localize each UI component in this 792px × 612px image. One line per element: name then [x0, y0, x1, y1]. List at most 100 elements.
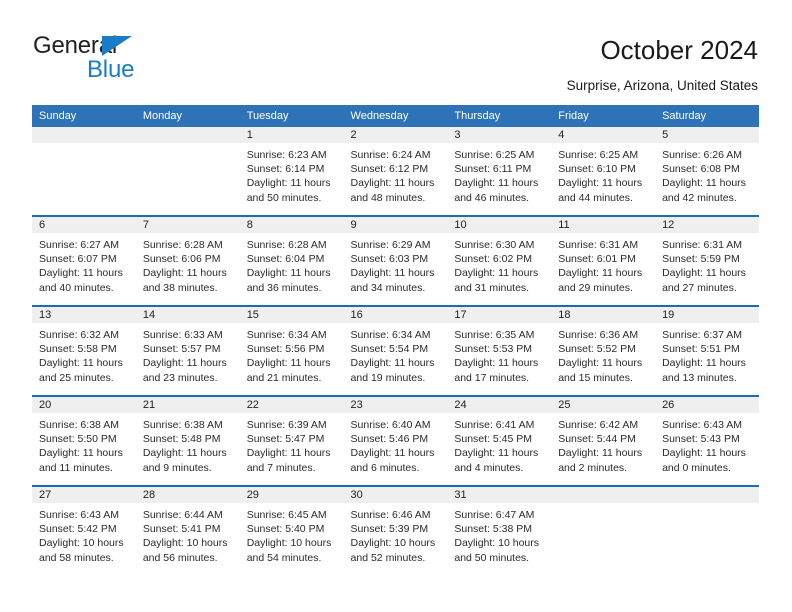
daylight-text-line2: and 50 minutes. [454, 551, 530, 564]
sunrise-text: Sunrise: 6:29 AM [350, 239, 431, 251]
day-cell[interactable]: 7 Sunrise: 6:28 AM Sunset: 6:06 PM Daylight… [135, 215, 240, 306]
daylight-text-line1: Daylight: 10 hours [246, 537, 332, 550]
daylight-text-line2: and 17 minutes. [454, 371, 530, 384]
calendar-page: General Blue October 2024 Surprise, Ariz… [0, 0, 792, 612]
day-cell[interactable]: 17 Sunrise: 6:35 AM Sunset: 5:53 PM Dayligh… [447, 305, 552, 396]
daylight-text-line1: Daylight: 10 hours [142, 537, 228, 550]
daylight-text-line2: and 52 minutes. [350, 551, 426, 564]
daylight-text-line2: and 9 minutes. [142, 461, 212, 474]
page-location-subtitle: Surprise, Arizona, United States [566, 78, 758, 93]
daylight-text-line2: and 29 minutes. [558, 281, 633, 294]
day-cell[interactable]: 3 Sunrise: 6:25 AM Sunset: 6:11 PM Daylight… [447, 127, 552, 216]
day-number: 29 [239, 487, 344, 503]
daylight-text-line2: and 25 minutes. [39, 371, 114, 384]
day-cell[interactable]: 10 Sunrise: 6:30 AM Sunset: 6:02 PM Dayligh… [447, 215, 552, 306]
day-number: 1 [239, 127, 344, 143]
day-number: 15 [239, 307, 344, 323]
day-cell[interactable]: 27 Sunrise: 6:43 AM Sunset: 5:42 PM Dayligh… [32, 485, 136, 575]
generalblue-logo[interactable]: General Blue [33, 34, 173, 86]
day-cell[interactable]: 6 Sunrise: 6:27 AM Sunset: 6:07 PM Daylight… [32, 215, 136, 306]
daylight-text-line1: Daylight: 11 hours [350, 177, 435, 190]
daylight-text-line1: Daylight: 11 hours [246, 177, 331, 190]
day-number: 4 [551, 127, 656, 143]
day-number: 22 [239, 397, 344, 413]
sunset-text: Sunset: 5:56 PM [246, 343, 325, 356]
sunrise-text: Sunrise: 6:33 AM [142, 329, 223, 341]
day-cell[interactable]: 1 Sunrise: 6:23 AM Sunset: 6:14 PM Daylight… [239, 127, 344, 216]
weekday-header-wednesday: Wednesday [343, 105, 448, 127]
daylight-text-line1: Daylight: 11 hours [662, 267, 746, 280]
sunset-text: Sunset: 5:41 PM [142, 523, 221, 536]
day-cell[interactable] [655, 485, 759, 575]
day-cell[interactable]: 2 Sunrise: 6:24 AM Sunset: 6:12 PM Daylight… [343, 127, 448, 216]
day-number [135, 127, 240, 143]
day-cell[interactable]: 19 Sunrise: 6:37 AM Sunset: 5:51 PM Dayligh… [655, 305, 759, 396]
daylight-text-line2: and 7 minutes. [246, 461, 316, 474]
day-cell[interactable]: 29 Sunrise: 6:45 AM Sunset: 5:40 PM Dayligh… [239, 485, 344, 575]
daylight-text-line1: Daylight: 11 hours [454, 357, 539, 370]
sunrise-text: Sunrise: 6:41 AM [454, 419, 535, 431]
day-cell[interactable]: 20 Sunrise: 6:38 AM Sunset: 5:50 PM Dayligh… [32, 395, 136, 486]
day-cell[interactable]: 4 Sunrise: 6:25 AM Sunset: 6:10 PM Daylight… [551, 127, 656, 216]
day-cell[interactable]: 8 Sunrise: 6:28 AM Sunset: 6:04 PM Daylight… [239, 215, 344, 306]
sunset-text: Sunset: 6:03 PM [350, 253, 429, 266]
daylight-text-line1: Daylight: 11 hours [662, 177, 746, 190]
day-cell[interactable]: 5 Sunrise: 6:26 AM Sunset: 6:08 PM Daylight… [655, 127, 759, 216]
day-number: 28 [135, 487, 240, 503]
day-cell[interactable]: 12 Sunrise: 6:31 AM Sunset: 5:59 PM Dayligh… [655, 215, 759, 306]
day-cell[interactable] [551, 485, 656, 575]
daylight-text-line1: Daylight: 11 hours [558, 267, 643, 280]
daylight-text-line1: Daylight: 10 hours [454, 537, 540, 550]
daylight-text-line1: Daylight: 10 hours [39, 537, 124, 550]
daylight-text-line1: Daylight: 11 hours [662, 357, 746, 370]
weekday-header-monday: Monday [135, 105, 240, 127]
sunset-text: Sunset: 6:11 PM [454, 163, 532, 176]
day-cell[interactable]: 31 Sunrise: 6:47 AM Sunset: 5:38 PM Dayligh… [447, 485, 552, 575]
day-number: 6 [32, 217, 136, 233]
day-number: 23 [343, 397, 448, 413]
daylight-text-line1: Daylight: 11 hours [454, 177, 539, 190]
day-cell[interactable]: 16 Sunrise: 6:34 AM Sunset: 5:54 PM Dayligh… [343, 305, 448, 396]
sunset-text: Sunset: 6:01 PM [558, 253, 636, 266]
sunrise-text: Sunrise: 6:36 AM [558, 329, 639, 341]
day-number: 26 [655, 397, 759, 413]
sunrise-text: Sunrise: 6:45 AM [246, 509, 327, 521]
sunset-text: Sunset: 5:59 PM [662, 253, 740, 266]
sunrise-text: Sunrise: 6:25 AM [454, 149, 535, 161]
daylight-text-line2: and 13 minutes. [662, 371, 737, 384]
day-cell[interactable]: 30 Sunrise: 6:46 AM Sunset: 5:39 PM Dayligh… [343, 485, 448, 575]
day-cell[interactable]: 28 Sunrise: 6:44 AM Sunset: 5:41 PM Dayligh… [135, 485, 240, 575]
page-title: October 2024 [600, 35, 758, 65]
daylight-text-line2: and 58 minutes. [39, 551, 114, 564]
sunset-text: Sunset: 5:40 PM [246, 523, 325, 536]
sunrise-text: Sunrise: 6:24 AM [350, 149, 431, 161]
sunrise-text: Sunrise: 6:43 AM [39, 509, 119, 521]
daylight-text-line1: Daylight: 11 hours [558, 177, 643, 190]
day-cell[interactable] [135, 127, 240, 216]
month-calendar-table: Sunday Monday Tuesday Wednesday Thursday… [32, 105, 759, 575]
daylight-text-line2: and 54 minutes. [246, 551, 322, 564]
day-cell[interactable]: 25 Sunrise: 6:42 AM Sunset: 5:44 PM Dayligh… [551, 395, 656, 486]
day-cell[interactable]: 21 Sunrise: 6:38 AM Sunset: 5:48 PM Dayligh… [135, 395, 240, 486]
sunset-text: Sunset: 6:12 PM [350, 163, 429, 176]
sunrise-text: Sunrise: 6:25 AM [558, 149, 639, 161]
day-number: 18 [551, 307, 656, 323]
day-cell[interactable]: 24 Sunrise: 6:41 AM Sunset: 5:45 PM Dayligh… [447, 395, 552, 486]
sunrise-text: Sunrise: 6:27 AM [39, 239, 119, 251]
day-cell[interactable]: 14 Sunrise: 6:33 AM Sunset: 5:57 PM Dayligh… [135, 305, 240, 396]
day-cell[interactable]: 15 Sunrise: 6:34 AM Sunset: 5:56 PM Dayligh… [239, 305, 344, 396]
day-cell[interactable] [32, 127, 136, 216]
sunset-text: Sunset: 5:54 PM [350, 343, 429, 356]
day-cell[interactable]: 13 Sunrise: 6:32 AM Sunset: 5:58 PM Dayligh… [32, 305, 136, 396]
day-cell[interactable]: 9 Sunrise: 6:29 AM Sunset: 6:03 PM Daylight… [343, 215, 448, 306]
day-cell[interactable]: 22 Sunrise: 6:39 AM Sunset: 5:47 PM Dayligh… [239, 395, 344, 486]
day-cell[interactable]: 11 Sunrise: 6:31 AM Sunset: 6:01 PM Dayligh… [551, 215, 656, 306]
day-number: 10 [447, 217, 552, 233]
sunset-text: Sunset: 6:02 PM [454, 253, 533, 266]
daylight-text-line2: and 56 minutes. [142, 551, 218, 564]
day-cell[interactable]: 23 Sunrise: 6:40 AM Sunset: 5:46 PM Dayligh… [343, 395, 448, 486]
day-number: 13 [32, 307, 136, 323]
day-cell[interactable]: 26 Sunrise: 6:43 AM Sunset: 5:43 PM Dayligh… [655, 395, 759, 486]
day-cell[interactable]: 18 Sunrise: 6:36 AM Sunset: 5:52 PM Dayligh… [551, 305, 656, 396]
day-number: 9 [343, 217, 448, 233]
